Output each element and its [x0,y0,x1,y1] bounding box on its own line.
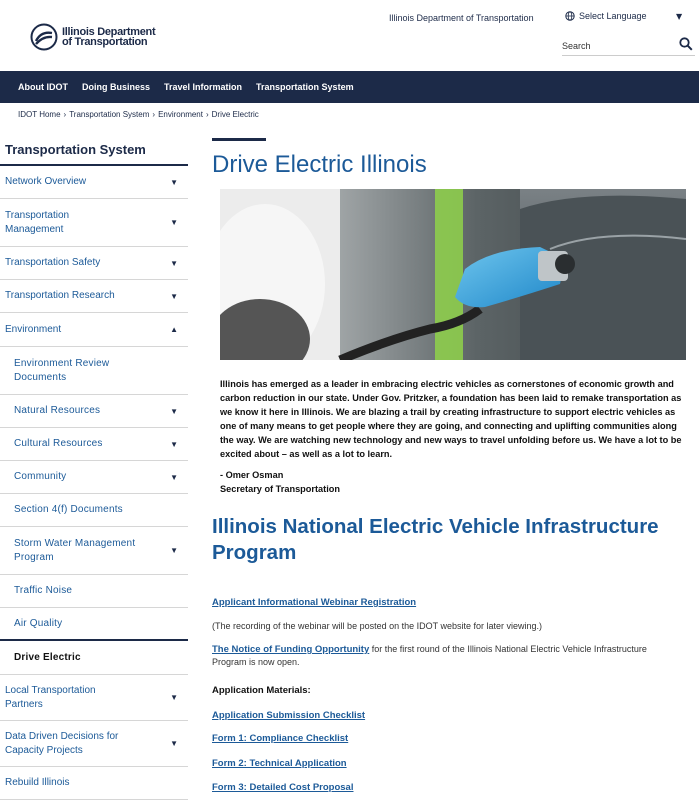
hero-image-ev-charger [220,189,686,360]
sidebar-item-network-overview[interactable]: Network Overview ▼ [0,166,188,199]
sidebar-item-label: Community [14,471,67,482]
sidebar-subitem-storm-water-management-program[interactable]: Storm Water Management Program ▼ [0,527,188,575]
chevron-down-icon[interactable]: ▼ [170,407,178,416]
sidebar-title: Transportation System [0,138,188,166]
sidebar-item-label: Cultural Resources [14,438,103,449]
section-title-nevi: Illinois National Electric Vehicle Infra… [212,515,659,564]
search-icon[interactable] [679,37,693,51]
idot-logo[interactable]: Illinois Department of Transportation [30,23,156,51]
sidebar-item-label: Data Driven Decisions for Capacity Proje… [5,730,119,756]
chevron-down-icon[interactable]: ▼ [170,473,178,482]
language-selector[interactable]: Select Language [565,11,647,21]
chevron-up-icon[interactable]: ▲ [170,325,178,334]
sidebar-item-label: Environment Review Documents [14,357,110,383]
language-label: Select Language [579,11,647,21]
materials-link-submission-checklist[interactable]: Application Submission Checklist [212,710,365,721]
materials-link-technical-application[interactable]: Form 2: Technical Application [212,758,347,769]
sidebar-item-environment[interactable]: Environment ▲ [0,313,188,347]
webinar-note: (The recording of the webinar will be po… [212,621,542,631]
sidebar-subitem-section-4f-documents[interactable]: Section 4(f) Documents [0,494,188,527]
sidebar-item-data-driven-decisions[interactable]: Data Driven Decisions for Capacity Proje… [0,721,188,767]
sidebar-item-label: Storm Water Management Program [14,537,136,563]
sidebar: Transportation System Network Overview ▼… [0,138,188,800]
sidebar-subitem-community[interactable]: Community ▼ [0,461,188,494]
chevron-down-icon[interactable]: ▼ [170,178,178,187]
chevron-down-icon[interactable]: ▼ [170,292,178,301]
sidebar-item-label: Transportation Safety [5,257,101,268]
logo-text: Illinois Department of Transportation [62,27,156,48]
nav-transportation-system[interactable]: Transportation System [256,82,354,92]
intro-paragraph: Illinois has emerged as a leader in embr… [220,379,682,459]
chevron-down-icon[interactable]: ▼ [676,12,682,21]
top-link-idot[interactable]: Illinois Department of Transportation [389,13,534,23]
logo-line2: of Transportation [62,36,148,48]
sidebar-item-label: Traffic Noise [14,585,73,596]
chevron-down-icon[interactable]: ▼ [170,440,178,449]
breadcrumb-drive-electric: Drive Electric [211,110,259,119]
nofo-paragraph: The Notice of Funding Opportunity for th… [212,643,682,669]
breadcrumb-separator-icon: › [152,110,156,119]
breadcrumb-transportation-system[interactable]: Transportation System [69,110,149,119]
main-nav: About IDOT Doing Business Travel Informa… [0,71,699,103]
sidebar-item-transportation-safety[interactable]: Transportation Safety ▼ [0,247,188,280]
sidebar-subitem-natural-resources[interactable]: Natural Resources ▼ [0,395,188,428]
quote-role: Secretary of Transportation [220,484,340,494]
sidebar-item-label: Network Overview [5,176,87,187]
materials-heading: Application Materials: [212,685,311,696]
search-input[interactable] [562,36,672,56]
ev-charging-image [220,189,686,360]
globe-icon [565,11,575,21]
materials-link-compliance-checklist[interactable]: Form 1: Compliance Checklist [212,733,348,744]
page-title: Drive Electric Illinois [212,151,427,178]
breadcrumb-separator-icon: › [63,110,67,119]
breadcrumb-idot-home[interactable]: IDOT Home [18,110,61,119]
chevron-down-icon[interactable]: ▼ [170,259,178,268]
search-box [562,34,695,56]
chevron-down-icon[interactable]: ▼ [170,693,178,702]
sidebar-item-label: Transportation Research [5,290,115,301]
sidebar-subitem-air-quality[interactable]: Air Quality [0,608,188,641]
sidebar-item-label: Environment [5,323,62,335]
sidebar-item-rebuild-illinois[interactable]: Rebuild Illinois [0,767,188,800]
sidebar-item-label: Local Transportation Partners [5,684,96,710]
sidebar-item-label: Transportation Management [5,209,70,235]
title-accent-bar [212,138,266,141]
sidebar-item-transportation-research[interactable]: Transportation Research ▼ [0,280,188,313]
sidebar-item-label: Air Quality [14,617,63,629]
sidebar-subitem-traffic-noise[interactable]: Traffic Noise [0,575,188,608]
chevron-down-icon[interactable]: ▼ [170,218,178,227]
nav-about-idot[interactable]: About IDOT [18,82,68,92]
webinar-registration-link[interactable]: Applicant Informational Webinar Registra… [212,597,416,608]
chevron-down-icon[interactable]: ▼ [170,739,178,748]
breadcrumb: IDOT Home › Transportation System › Environm… [18,110,259,119]
site-header: Illinois Department of Transportation Il… [0,0,699,71]
nav-travel-information[interactable]: Travel Information [164,82,242,92]
sidebar-item-label: Section 4(f) Documents [14,504,123,515]
main-content: Drive Electric Illinois Illinois has eme… [212,138,692,793]
sidebar-item-label: Drive Electric [14,651,81,663]
sidebar-item-transportation-management[interactable]: Transportation Management ▼ [0,199,188,247]
nofo-link[interactable]: The Notice of Funding Opportunity [212,644,369,655]
sidebar-subitem-drive-electric[interactable]: Drive Electric [0,641,188,675]
breadcrumb-separator-icon: › [205,110,209,119]
idot-logo-mark-icon [30,23,58,51]
sidebar-subitem-environment-review-documents[interactable]: Environment Review Documents [0,347,188,395]
sidebar-item-label: Natural Resources [14,405,101,416]
breadcrumb-environment[interactable]: Environment [158,110,203,119]
quote-author: - Omer Osman [220,470,284,480]
chevron-down-icon[interactable]: ▼ [170,546,178,555]
sidebar-item-local-transportation-partners[interactable]: Local Transportation Partners ▼ [0,675,188,721]
materials-link-detailed-cost-proposal[interactable]: Form 3: Detailed Cost Proposal [212,782,353,793]
nav-doing-business[interactable]: Doing Business [82,82,150,92]
sidebar-subitem-cultural-resources[interactable]: Cultural Resources ▼ [0,428,188,461]
quote-block: - Omer Osman Secretary of Transportation [220,468,340,496]
sidebar-item-label: Rebuild Illinois [5,777,70,788]
